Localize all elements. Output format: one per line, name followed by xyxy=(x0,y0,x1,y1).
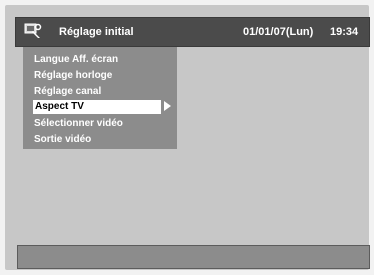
menu-item-canal[interactable]: Réglage canal xyxy=(34,85,101,99)
status-bar xyxy=(17,245,370,269)
menu-item-horloge[interactable]: Réglage horloge xyxy=(34,69,112,83)
title-bar: Réglage initial 01/01/07(Lun) 19:34 xyxy=(15,17,370,47)
time-display: 19:34 xyxy=(330,26,359,38)
menu-item-aspect-tv[interactable]: Aspect TV xyxy=(33,100,161,114)
menu-item-sortie-video[interactable]: Sortie vidéo xyxy=(34,133,91,147)
settings-menu: Langue Aff. écran Réglage horloge Réglag… xyxy=(23,47,177,149)
menu-item-selectionner-video[interactable]: Sélectionner vidéo xyxy=(34,117,123,131)
submenu-arrow-icon xyxy=(164,101,171,111)
setup-icon xyxy=(24,23,42,39)
page-title: Réglage initial xyxy=(59,26,134,38)
date-display: 01/01/07(Lun) xyxy=(243,26,314,38)
menu-item-langue[interactable]: Langue Aff. écran xyxy=(34,53,118,67)
